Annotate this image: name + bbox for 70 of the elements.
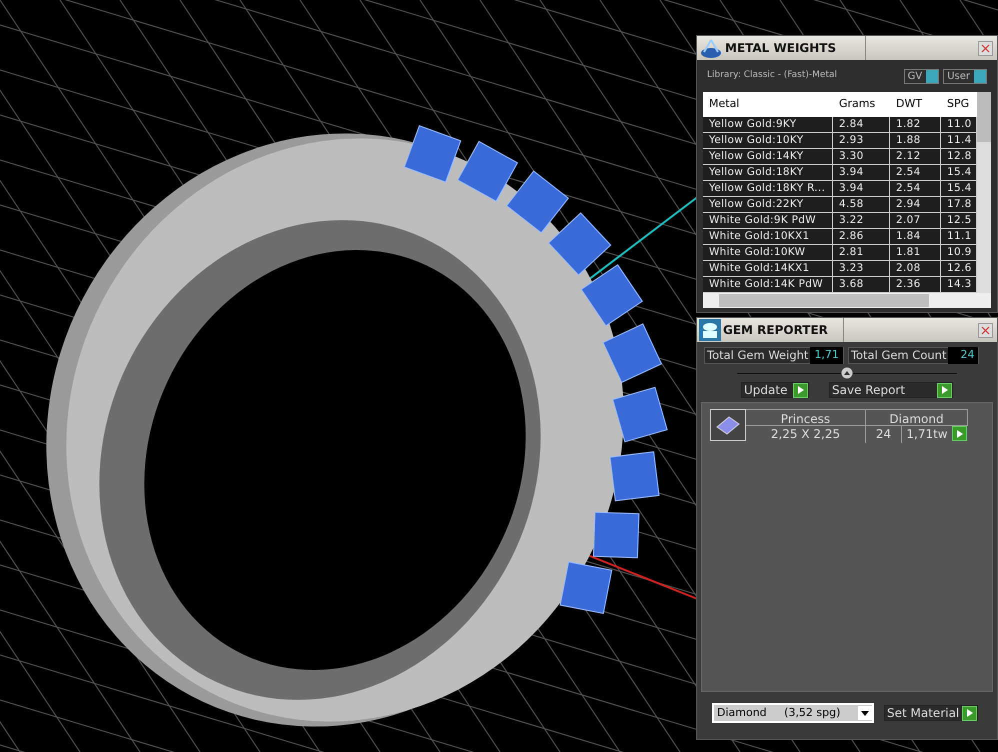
table-cell: White Gold:14K PdW bbox=[703, 277, 833, 292]
table-cell: 1.82 bbox=[890, 117, 941, 132]
table-cell: 2.84 bbox=[833, 117, 890, 132]
column-header[interactable]: Grams bbox=[833, 96, 890, 113]
toggle-switch[interactable]: User bbox=[943, 68, 987, 84]
details-button[interactable] bbox=[952, 426, 967, 441]
table-cell: 3.94 bbox=[833, 181, 890, 196]
play-icon bbox=[952, 426, 967, 441]
action-button[interactable]: Update bbox=[741, 382, 809, 398]
play-icon bbox=[793, 382, 808, 398]
table-cell: 2.81 bbox=[833, 245, 890, 260]
column-header[interactable]: DWT bbox=[890, 96, 941, 113]
table-cell-text: 1,71tw bbox=[905, 426, 949, 442]
table-cell: 2.54 bbox=[890, 181, 941, 196]
close-icon bbox=[981, 44, 990, 52]
table-cell: 3.23 bbox=[833, 261, 890, 276]
close-button[interactable] bbox=[978, 322, 993, 338]
scale-icon bbox=[699, 37, 723, 59]
table-cell: 1.84 bbox=[890, 229, 941, 244]
table-cell: 2.86 bbox=[833, 229, 890, 244]
table-cell: 4.58 bbox=[833, 197, 890, 212]
table-cell: 24 bbox=[866, 424, 902, 442]
report-icon bbox=[699, 319, 721, 341]
table-cell: Yellow Gold:14KY bbox=[703, 149, 833, 164]
table-cell: 3.94 bbox=[833, 165, 890, 180]
table-cell: Diamond bbox=[866, 410, 968, 425]
table-cell: 2,25 X 2,25 bbox=[746, 424, 866, 442]
table-cell: Yellow Gold:18KY bbox=[703, 165, 833, 180]
table-cell: 3.68 bbox=[833, 277, 890, 292]
table-cell: 3.30 bbox=[833, 149, 890, 164]
panel-title: GEM REPORTER bbox=[723, 322, 829, 339]
table-cell: 2.93 bbox=[833, 133, 890, 148]
action-button[interactable]: Save Report bbox=[829, 382, 953, 398]
table-cell: 2.54 bbox=[890, 165, 941, 180]
table-cell: Yellow Gold:22KY bbox=[703, 197, 833, 212]
table-cell: Princess bbox=[746, 410, 866, 425]
collapse-icon[interactable] bbox=[841, 367, 853, 379]
table-cell: 1.88 bbox=[890, 133, 941, 148]
column-header[interactable]: SPG bbox=[941, 96, 977, 113]
table-cell: 1.81 bbox=[890, 245, 941, 260]
close-button[interactable] bbox=[978, 40, 993, 56]
vertical-scrollbar[interactable] bbox=[977, 92, 991, 293]
panel-title: METAL WEIGHTS bbox=[725, 40, 838, 57]
set-material-button[interactable]: Set Material bbox=[884, 705, 978, 721]
horizontal-scrollbar[interactable] bbox=[703, 293, 991, 308]
table-cell: 2.36 bbox=[890, 277, 941, 292]
table-cell: White Gold:9K PdW bbox=[703, 213, 833, 228]
table-cell: 2.12 bbox=[890, 149, 941, 164]
table-cell: Yellow Gold:10KY bbox=[703, 133, 833, 148]
table-cell: White Gold:10KW bbox=[703, 245, 833, 260]
stat-value: 1,71 bbox=[810, 347, 843, 364]
table-cell: 2.94 bbox=[890, 197, 941, 212]
play-icon bbox=[962, 706, 978, 720]
table-cell: Yellow Gold:9KY bbox=[703, 117, 833, 132]
table-cell: White Gold:14KX1 bbox=[703, 261, 833, 276]
close-icon bbox=[981, 326, 990, 334]
toggle-switch[interactable]: GV bbox=[904, 68, 940, 84]
table-cell: Yellow Gold:18KY R... bbox=[703, 181, 833, 196]
table-cell: 3.22 bbox=[833, 213, 890, 228]
stat-label: Total Gem Count bbox=[850, 346, 948, 364]
material-dropdown[interactable]: Diamond (3,52 spg) bbox=[712, 703, 874, 723]
table-cell: White Gold:10KX1 bbox=[703, 229, 833, 244]
column-header[interactable]: Metal bbox=[703, 96, 833, 113]
play-icon bbox=[937, 382, 952, 398]
table-cell: 2.07 bbox=[890, 213, 941, 228]
stat-value: 24 bbox=[948, 347, 978, 364]
stat-label: Total Gem Weight bbox=[706, 346, 810, 364]
library-label: Library: Classic - (Fast)-Metal bbox=[707, 69, 838, 82]
gem-icon bbox=[715, 415, 741, 435]
table-cell: 2.08 bbox=[890, 261, 941, 276]
